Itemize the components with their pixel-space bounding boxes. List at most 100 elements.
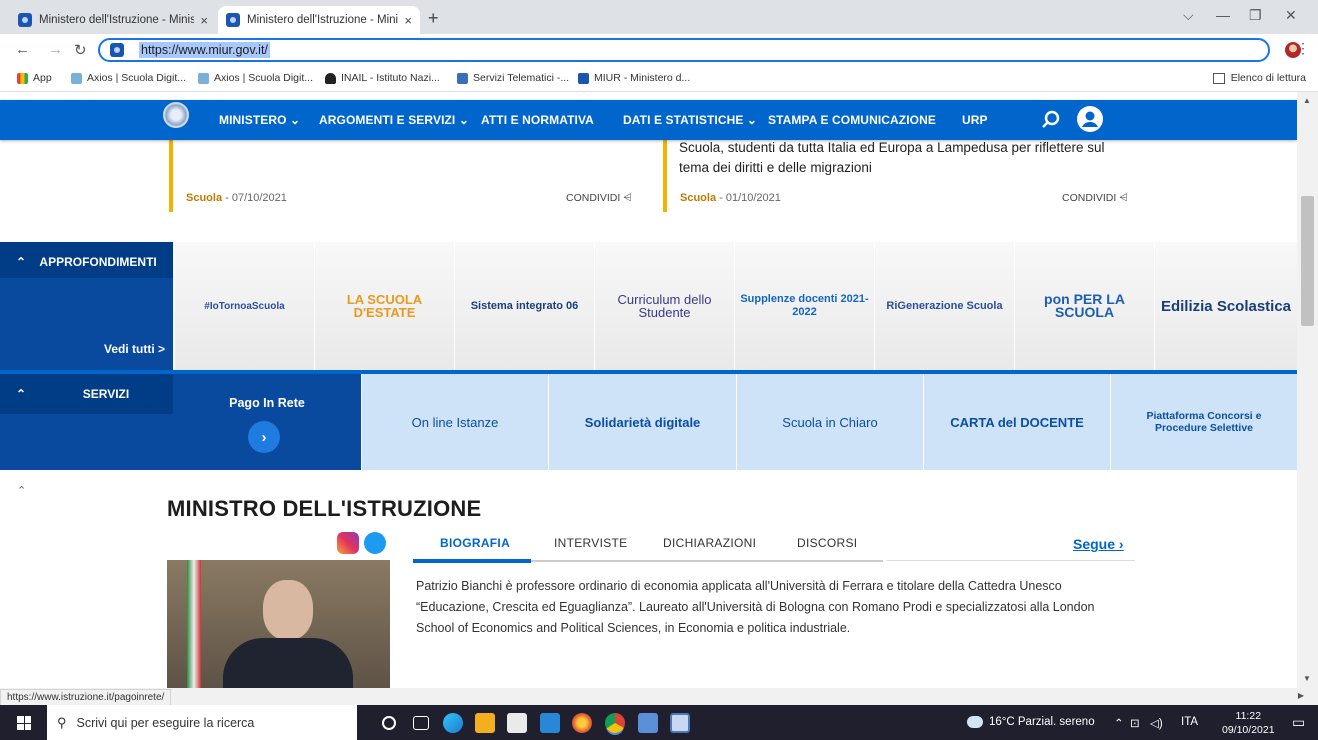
- bookmark-item[interactable]: Axios | Scuola Digit...: [71, 72, 186, 84]
- url-input[interactable]: https://www.miur.gov.it/: [98, 38, 1270, 62]
- tab-biografia[interactable]: BIOGRAFIA: [440, 536, 510, 550]
- tab-dichiarazioni[interactable]: DICHIARAZIONI: [663, 536, 756, 550]
- news-date: - 07/10/2021: [222, 192, 287, 204]
- tile-scuola-in-chiaro[interactable]: Scuola in Chiaro: [736, 374, 923, 470]
- site-info-icon[interactable]: [110, 43, 124, 57]
- bookmark-label: MIUR - Ministero d...: [594, 72, 691, 84]
- bookmark-item[interactable]: Servizi Telematici -...: [457, 72, 569, 84]
- store-icon[interactable]: [507, 713, 527, 733]
- nav-item-atti[interactable]: ATTI E NORMATIVA: [481, 113, 594, 127]
- tray-chevron-icon[interactable]: ⌃: [1114, 716, 1124, 730]
- news-meta: Scuola - 07/10/2021: [186, 192, 287, 204]
- republic-emblem-logo[interactable]: [163, 102, 189, 128]
- user-account-icon[interactable]: [1076, 105, 1104, 136]
- servizi-header[interactable]: ⌃ SERVIZI: [0, 374, 173, 414]
- back-arrow-icon[interactable]: ←: [15, 41, 30, 58]
- news-category[interactable]: Scuola: [680, 192, 716, 204]
- browser-menu-icon[interactable]: ⋮: [1296, 40, 1310, 57]
- tab-interviste[interactable]: INTERVISTE: [554, 536, 627, 550]
- tile-piattaforma-concorsi[interactable]: Piattaforma Concorsi e Procedure Seletti…: [1110, 374, 1297, 470]
- search-icon[interactable]: [1040, 109, 1062, 134]
- maximize-icon[interactable]: ❐: [1249, 7, 1262, 24]
- bookmark-item[interactable]: MIUR - Ministero d...: [578, 72, 690, 84]
- tile-solidarieta-digitale[interactable]: Solidarietà digitale: [548, 374, 736, 470]
- tab-close-icon[interactable]: ×: [404, 13, 412, 28]
- collapse-chevron-icon: ⌃: [16, 387, 27, 401]
- follow-link[interactable]: Segue ›: [1073, 536, 1124, 552]
- chevron-down-icon: ⌄: [458, 113, 469, 127]
- horizontal-scrollbar[interactable]: ▶: [0, 688, 1318, 705]
- bookmark-apps[interactable]: App: [17, 72, 52, 84]
- app-icon[interactable]: [638, 713, 658, 733]
- nav-item-stampa[interactable]: STAMPA E COMUNICAZIONE: [768, 113, 936, 127]
- miur-favicon-icon: [18, 13, 32, 27]
- firefox-icon[interactable]: [572, 713, 592, 733]
- notification-icon[interactable]: ▭: [1292, 714, 1305, 731]
- instagram-icon[interactable]: [337, 532, 359, 554]
- reload-icon[interactable]: ↻: [74, 41, 87, 59]
- browser-tab-bar: Ministero dell'Istruzione - Minist × Min…: [0, 0, 1318, 34]
- nav-item-urp[interactable]: URP: [962, 113, 988, 127]
- document-app-icon[interactable]: [670, 713, 690, 733]
- axios-icon: [198, 72, 209, 84]
- tile-edilizia[interactable]: Edilizia Scolastica: [1154, 242, 1297, 370]
- edge-icon[interactable]: [443, 713, 463, 733]
- bookmark-label: INAIL - Istituto Nazi...: [341, 72, 440, 84]
- reading-list-button[interactable]: Elenco di lettura: [1212, 72, 1306, 84]
- volume-icon[interactable]: ◁): [1150, 716, 1163, 730]
- url-text[interactable]: https://www.miur.gov.it/: [139, 42, 270, 58]
- see-all-link[interactable]: Vedi tutti >: [104, 342, 165, 356]
- pago-in-rete-card[interactable]: Pago In Rete ›: [173, 374, 361, 470]
- cortana-icon[interactable]: [382, 716, 396, 730]
- nav-item-dati[interactable]: DATI E STATISTICHE ⌄: [623, 113, 757, 127]
- share-button[interactable]: CONDIVIDI ⩤: [1062, 192, 1128, 205]
- scroll-up-icon[interactable]: ▲: [1303, 96, 1311, 105]
- system-clock[interactable]: 11:22 09/10/2021: [1222, 709, 1275, 737]
- tile-carta-docente[interactable]: CARTA del DOCENTE: [923, 374, 1110, 470]
- flag-image: [187, 560, 201, 688]
- forward-arrow-icon[interactable]: →: [48, 41, 63, 58]
- tile-iotornoascuola[interactable]: #IoTornoaScuola: [174, 242, 314, 370]
- browser-tab[interactable]: Ministero dell'Istruzione - Minist ×: [10, 6, 216, 34]
- language-indicator[interactable]: ITA: [1181, 716, 1198, 728]
- chevron-right-icon[interactable]: ›: [248, 421, 280, 453]
- minimize-icon[interactable]: —: [1216, 7, 1230, 23]
- share-icon: ⩤: [623, 192, 632, 204]
- windows-start-icon[interactable]: [17, 716, 31, 730]
- tab-close-icon[interactable]: ×: [200, 13, 208, 28]
- tile-istanze-online[interactable]: On line Istanze: [361, 374, 548, 470]
- tile-sistema-integrato[interactable]: Sistema integrato 06: [454, 242, 594, 370]
- nav-item-ministero[interactable]: MINISTERO ⌄: [219, 113, 300, 127]
- bookmark-item[interactable]: INAIL - Istituto Nazi...: [325, 72, 440, 84]
- face-image: [263, 580, 313, 640]
- share-button[interactable]: CONDIVIDI ⩤: [566, 192, 632, 205]
- nav-item-argomenti[interactable]: ARGOMENTI E SERVIZI ⌄: [319, 113, 469, 127]
- scroll-down-icon[interactable]: ▼: [1303, 674, 1311, 683]
- twitter-icon[interactable]: [364, 532, 386, 554]
- bookmark-item[interactable]: Axios | Scuola Digit...: [198, 72, 313, 84]
- scrollbar-thumb[interactable]: [1301, 196, 1314, 326]
- news-category[interactable]: Scuola: [186, 192, 222, 204]
- tile-pon[interactable]: pon PER LA SCUOLA: [1014, 242, 1154, 370]
- task-view-icon[interactable]: [413, 716, 429, 730]
- window-close-icon[interactable]: ✕: [1285, 7, 1297, 24]
- browser-tab-active[interactable]: Ministero dell'Istruzione - Minist ×: [218, 6, 420, 34]
- file-explorer-icon[interactable]: [475, 713, 495, 733]
- weather-widget[interactable]: 16°C Parzial. sereno: [967, 716, 1095, 728]
- collapse-chevron-icon[interactable]: ⌃: [17, 484, 26, 497]
- chrome-icon[interactable]: [605, 713, 625, 733]
- tile-supplenze[interactable]: Supplenze docenti 2021-2022: [734, 242, 874, 370]
- tile-curriculum[interactable]: Curriculum dello Studente: [594, 242, 734, 370]
- scroll-right-icon[interactable]: ▶: [1298, 691, 1304, 700]
- approfondimenti-header[interactable]: ⌃ APPROFONDIMENTI: [0, 242, 173, 278]
- tile-scuola-estate[interactable]: LA SCUOLA D'ESTATE: [314, 242, 454, 370]
- taskbar-search-input[interactable]: ⚲ Scrivi qui per eseguire la ricerca: [47, 705, 357, 740]
- tab-discorsi[interactable]: DISCORSI: [797, 536, 857, 550]
- new-tab-button[interactable]: +: [428, 8, 439, 29]
- tab-search-chevron-icon[interactable]: ⌵: [1183, 7, 1194, 24]
- mail-icon[interactable]: [540, 713, 560, 733]
- network-icon[interactable]: ⊡: [1130, 716, 1140, 730]
- news-headline[interactable]: Scuola, studenti da tutta Italia ed Euro…: [679, 138, 1129, 178]
- tile-rigenerazione[interactable]: RiGenerazione Scuola: [874, 242, 1014, 370]
- vertical-scrollbar[interactable]: ▲ ▼: [1297, 92, 1318, 688]
